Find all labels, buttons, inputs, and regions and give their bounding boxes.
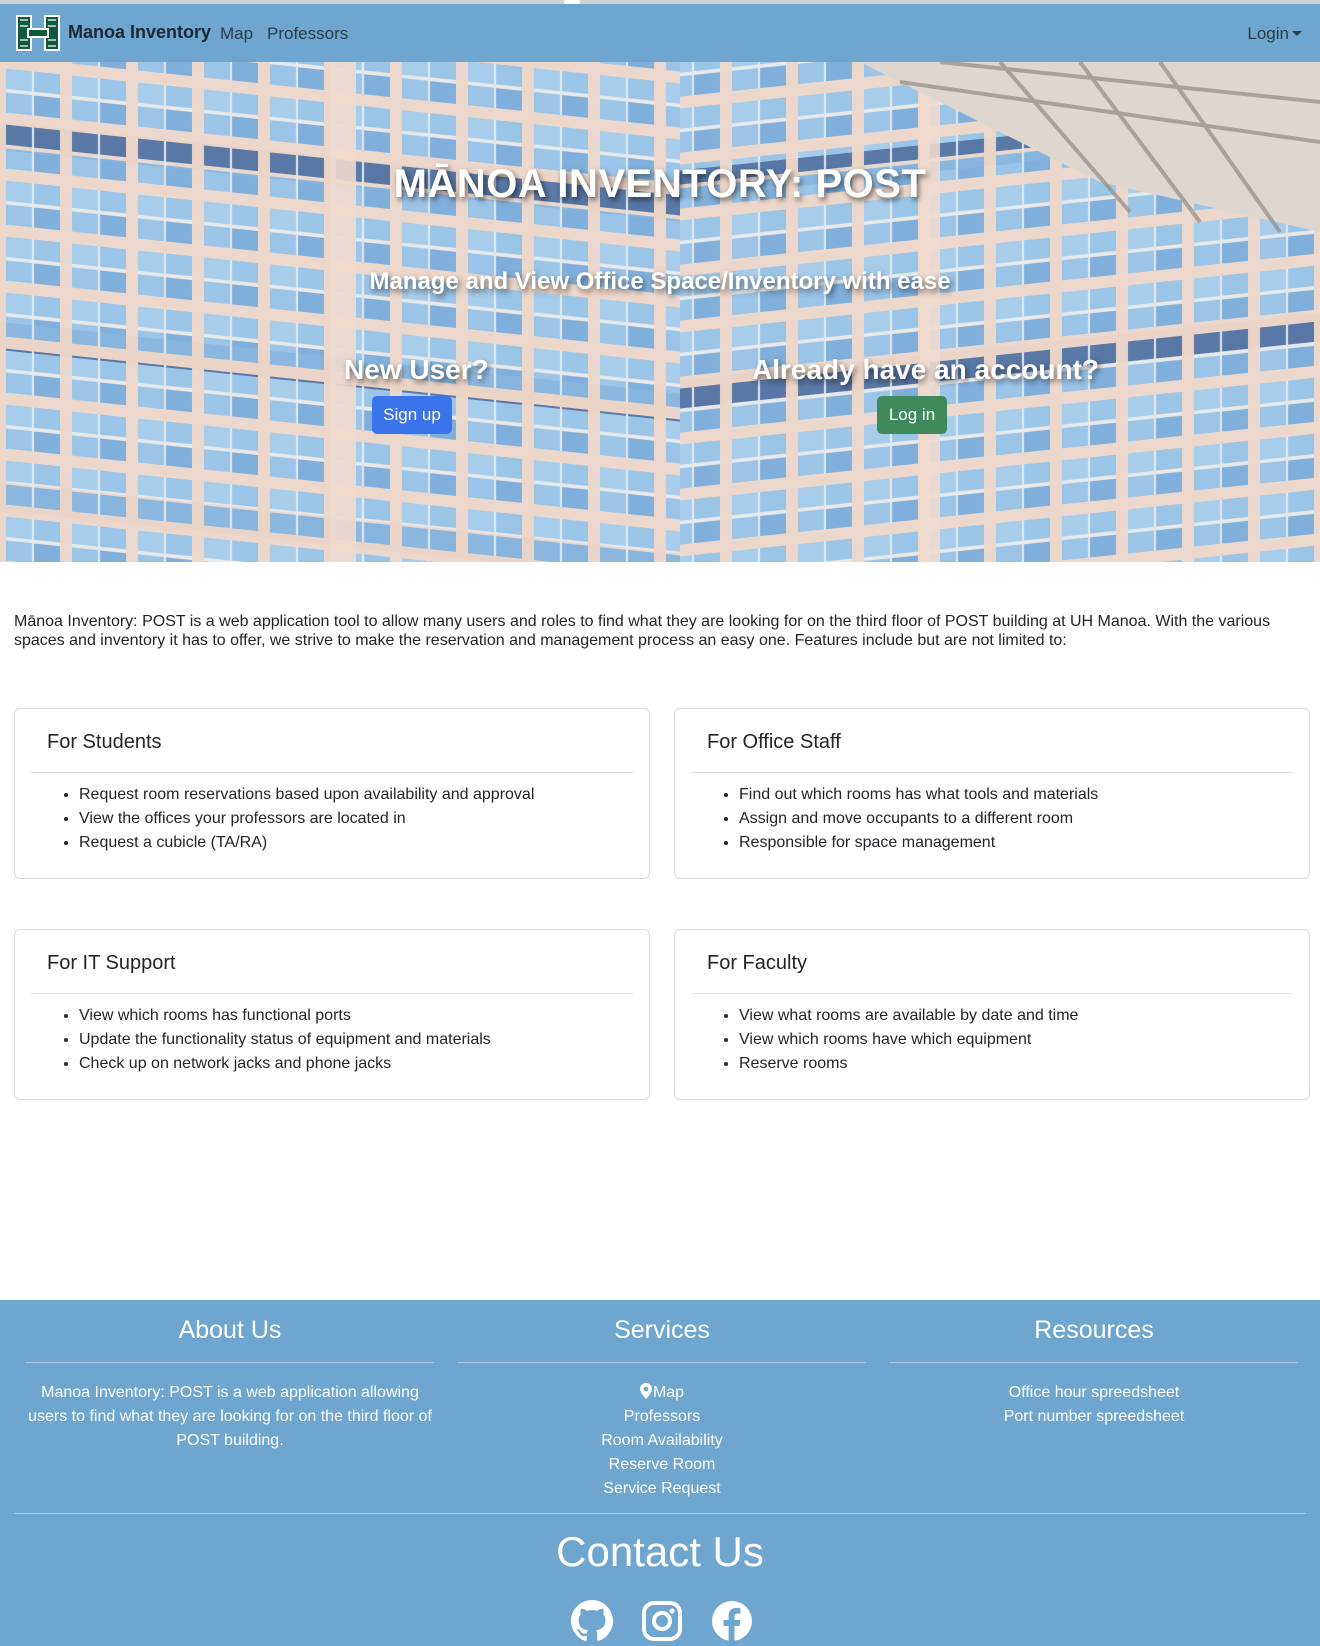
list-item: Responsible for space management (739, 831, 1098, 855)
footer-services: Services Map Professors Room Availabilit… (458, 1300, 866, 1501)
signup-button[interactable]: Sign up (372, 396, 452, 434)
footer-divider (14, 1513, 1306, 1514)
card-it-support: For IT Support View which rooms has func… (14, 929, 650, 1100)
footer-link-map[interactable]: Map (458, 1381, 866, 1405)
feature-list: Request room reservations based upon ava… (63, 783, 534, 855)
facebook-icon[interactable] (711, 1600, 753, 1642)
list-item: View which rooms has functional ports (79, 1004, 491, 1028)
list-item: Reserve rooms (739, 1052, 1078, 1076)
card-title: For Students (47, 731, 162, 753)
caret-down-icon (1292, 31, 1302, 36)
list-item: View which rooms have which equipment (739, 1028, 1078, 1052)
new-user-prompt: New User? (344, 354, 489, 385)
footer-link-office-hours[interactable]: Office hour spreedsheet (890, 1381, 1298, 1405)
list-item: View the offices your professors are loc… (79, 807, 534, 831)
nav-link-professors[interactable]: Professors (267, 24, 348, 44)
footer-link-room-availability[interactable]: Room Availability (458, 1429, 866, 1453)
uh-logo-icon[interactable] (16, 14, 60, 52)
list-item: View what rooms are available by date an… (739, 1004, 1078, 1028)
list-item: Update the functionality status of equip… (79, 1028, 491, 1052)
footer-link-reserve-room[interactable]: Reserve Room (458, 1453, 866, 1477)
github-icon[interactable] (571, 1600, 613, 1642)
footer-divider (26, 1362, 434, 1363)
login-dropdown[interactable]: Login (1247, 24, 1302, 44)
footer-link-port-numbers[interactable]: Port number spreedsheet (890, 1405, 1298, 1429)
existing-account-prompt: Already have an account? (752, 354, 1100, 385)
card-divider (691, 993, 1293, 994)
hero-title: MĀNOA INVENTORY: POST (393, 162, 927, 206)
card-divider (31, 993, 633, 994)
contact-title: Contact Us (556, 1528, 764, 1575)
list-item: Assign and move occupants to a different… (739, 807, 1098, 831)
brand-link[interactable]: Manoa Inventory (68, 22, 211, 43)
footer-heading: About Us (178, 1316, 282, 1344)
intro-paragraph: Mānoa Inventory: POST is a web applicati… (14, 613, 1271, 649)
hero-banner: MĀNOA INVENTORY: POST Manage and View Of… (0, 62, 1320, 562)
footer-link-service-request[interactable]: Service Request (458, 1477, 866, 1501)
nav-link-map[interactable]: Map (220, 24, 253, 44)
footer-resources: Resources Office hour spreedsheet Port n… (890, 1300, 1298, 1429)
card-title: For Faculty (707, 952, 808, 974)
navbar: Manoa Inventory Map Professors Login (0, 4, 1320, 62)
footer-link-professors[interactable]: Professors (458, 1405, 866, 1429)
card-title: For IT Support (47, 952, 176, 974)
card-students: For Students Request room reservations b… (14, 708, 650, 879)
login-dropdown-label: Login (1247, 24, 1289, 43)
list-item: Request room reservations based upon ava… (79, 783, 534, 807)
card-divider (31, 772, 633, 773)
footer-link-label: Map (652, 1384, 685, 1401)
feature-list: View what rooms are available by date an… (723, 1004, 1078, 1076)
card-faculty: For Faculty View what rooms are availabl… (674, 929, 1310, 1100)
map-pin-icon (639, 1383, 652, 1399)
card-office-staff: For Office Staff Find out which rooms ha… (674, 708, 1310, 879)
list-item: Check up on network jacks and phone jack… (79, 1052, 491, 1076)
building-background-image (0, 62, 1320, 562)
footer-about: About Us Manoa Inventory: POST is a web … (26, 1300, 434, 1453)
feature-list: View which rooms has functional ports Up… (63, 1004, 491, 1076)
card-divider (691, 772, 1293, 773)
list-item: Find out which rooms has what tools and … (739, 783, 1098, 807)
feature-list: Find out which rooms has what tools and … (723, 783, 1098, 855)
instagram-icon[interactable] (641, 1600, 683, 1642)
list-item: Request a cubicle (TA/RA) (79, 831, 534, 855)
footer-divider (458, 1362, 866, 1363)
about-text: Manoa Inventory: POST is a web applicati… (28, 1384, 432, 1449)
footer: About Us Manoa Inventory: POST is a web … (0, 1300, 1320, 1646)
login-button[interactable]: Log in (877, 396, 947, 434)
hero-subtitle: Manage and View Office Space/Inventory w… (369, 268, 951, 295)
footer-divider (890, 1362, 1298, 1363)
card-title: For Office Staff (707, 731, 841, 753)
footer-heading: Resources (1034, 1316, 1154, 1344)
footer-heading: Services (614, 1316, 710, 1344)
